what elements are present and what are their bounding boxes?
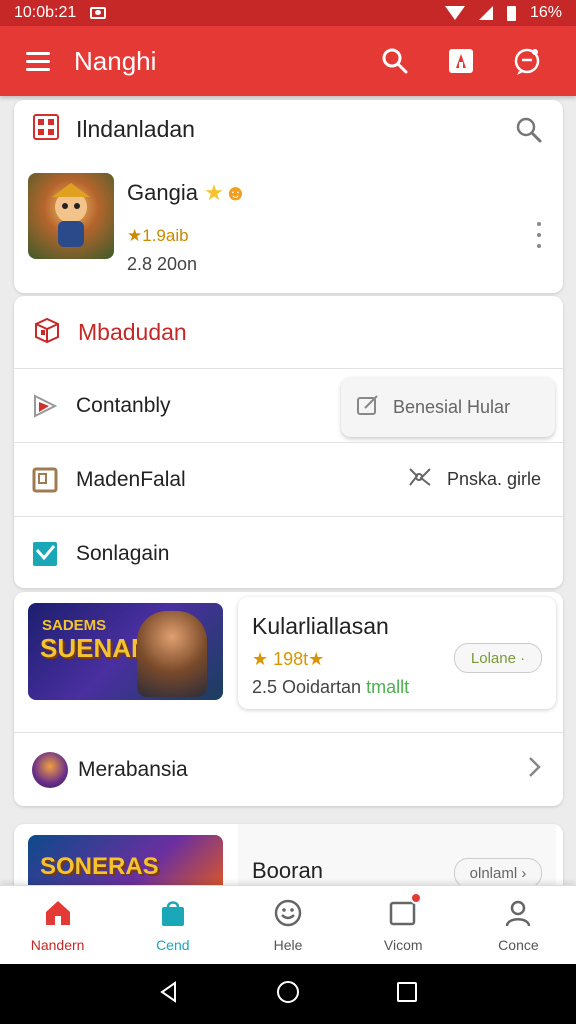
nav-inbox[interactable]: Vicom [346, 886, 461, 964]
back-icon[interactable] [157, 980, 181, 1009]
nav-home[interactable]: Nandern [0, 886, 115, 964]
list-item-label: Merabansia [78, 757, 188, 781]
banner-subtitle: SADEMS [42, 617, 107, 634]
status-time: 10:0b:21 [14, 4, 77, 21]
nav-label: Conce [498, 936, 539, 953]
grid-icon [32, 113, 60, 146]
game-size: 2.8 20on [127, 254, 198, 274]
special-chip[interactable]: Benesial Hular [341, 377, 555, 437]
game-rating: ★1.9aib [127, 226, 189, 245]
bottom-navigation: Nandern Cend Hele Vicom Conce [0, 885, 576, 964]
shuffle-icon [407, 464, 433, 495]
chevron-right-icon [525, 755, 543, 784]
list-item[interactable]: Contanbly Benesial Hular [14, 368, 563, 442]
frame-icon [30, 465, 60, 495]
home-circle-icon[interactable] [275, 979, 301, 1010]
chat-icon[interactable] [510, 44, 544, 78]
edit-icon [355, 392, 381, 423]
categories-card: Mbadudan Contanbly Benesial Hular MadenF… [14, 296, 563, 588]
game-meta: 2.5 Ooidartan tmallt [252, 677, 410, 697]
side-link-label: Pnska. girle [446, 469, 541, 489]
list-item-label: Sonlagain [76, 541, 170, 565]
chip-label: Benesial Hular [393, 396, 511, 417]
recents-icon[interactable] [395, 980, 419, 1009]
game-info-card[interactable]: Kularliallasan ★ 198t★ 2.5 Ooidartan tma… [238, 597, 556, 709]
app-bar: Nanghi [0, 26, 576, 96]
game-title: Kularliallasan [252, 613, 389, 639]
app-title: Nanghi [74, 45, 157, 76]
section-header: Ilndanladan [14, 100, 563, 158]
home-icon [43, 898, 73, 931]
shopping-bag-icon [158, 898, 188, 931]
avatar [32, 751, 68, 788]
section-title: Ilndanladan [76, 115, 195, 142]
notification-icon [90, 7, 107, 19]
battery-level: 16% [529, 4, 562, 21]
list-item[interactable]: Sonlagain [14, 516, 563, 588]
game-title[interactable]: Gangia ★☻ [127, 180, 247, 206]
list-item[interactable]: Merabansia [14, 732, 563, 806]
notification-badge [409, 892, 422, 904]
more-options-icon[interactable] [537, 222, 541, 248]
game-info-card[interactable]: Booran olnlaml › [238, 824, 556, 894]
install-button[interactable]: Lolane · [454, 643, 542, 673]
system-navigation-bar [0, 964, 576, 1024]
nav-help[interactable]: Hele [230, 886, 345, 964]
smile-emoji-icon: ☻ [223, 180, 247, 205]
search-icon[interactable] [378, 44, 412, 78]
menu-icon[interactable] [26, 51, 50, 71]
wifi-icon [444, 6, 465, 20]
nav-label: Hele [273, 936, 303, 953]
game-thumbnail[interactable] [28, 173, 114, 259]
open-button[interactable]: olnlaml › [454, 858, 542, 888]
section-header: Mbadudan [14, 296, 563, 368]
featured-game-card: SADEMS SUENANS Kularliallasan ★ 198t★ 2.… [14, 592, 563, 806]
check-box-icon [30, 539, 60, 569]
smile-icon [273, 898, 303, 931]
game-rating: ★ 198t★ [252, 649, 325, 669]
store-icon[interactable] [444, 44, 478, 78]
status-bar: 10:0b:21 16% [0, 0, 576, 26]
nav-shop[interactable]: Cend [115, 886, 230, 964]
search-icon[interactable] [515, 116, 543, 149]
character-art [137, 611, 207, 697]
nav-label: Vicom [383, 936, 423, 953]
list-item[interactable]: MadenFalal Pnska. girle [14, 442, 563, 516]
play-icon [30, 391, 60, 421]
person-icon [503, 898, 533, 931]
game-title: Booran [252, 858, 323, 883]
banner-title: SONERAS [40, 853, 159, 880]
section-title: Mbadudan [78, 318, 187, 345]
downloads-card: Ilndanladan Gangia ★☻ ★1.9aib 2.8 20on [14, 100, 563, 293]
game-card: SONERAS Booran olnlaml › [14, 824, 563, 894]
game-banner[interactable]: SADEMS SUENANS [28, 603, 223, 700]
box-icon [32, 315, 62, 350]
battery-icon [506, 5, 516, 21]
nav-label: Cend [156, 936, 190, 953]
nav-profile[interactable]: Conce [461, 886, 576, 964]
signal-icon [478, 6, 493, 20]
nav-label: Nandern [30, 936, 85, 953]
star-emoji-icon: ★ [204, 180, 224, 205]
side-link[interactable]: Pnska. girle [407, 464, 541, 495]
